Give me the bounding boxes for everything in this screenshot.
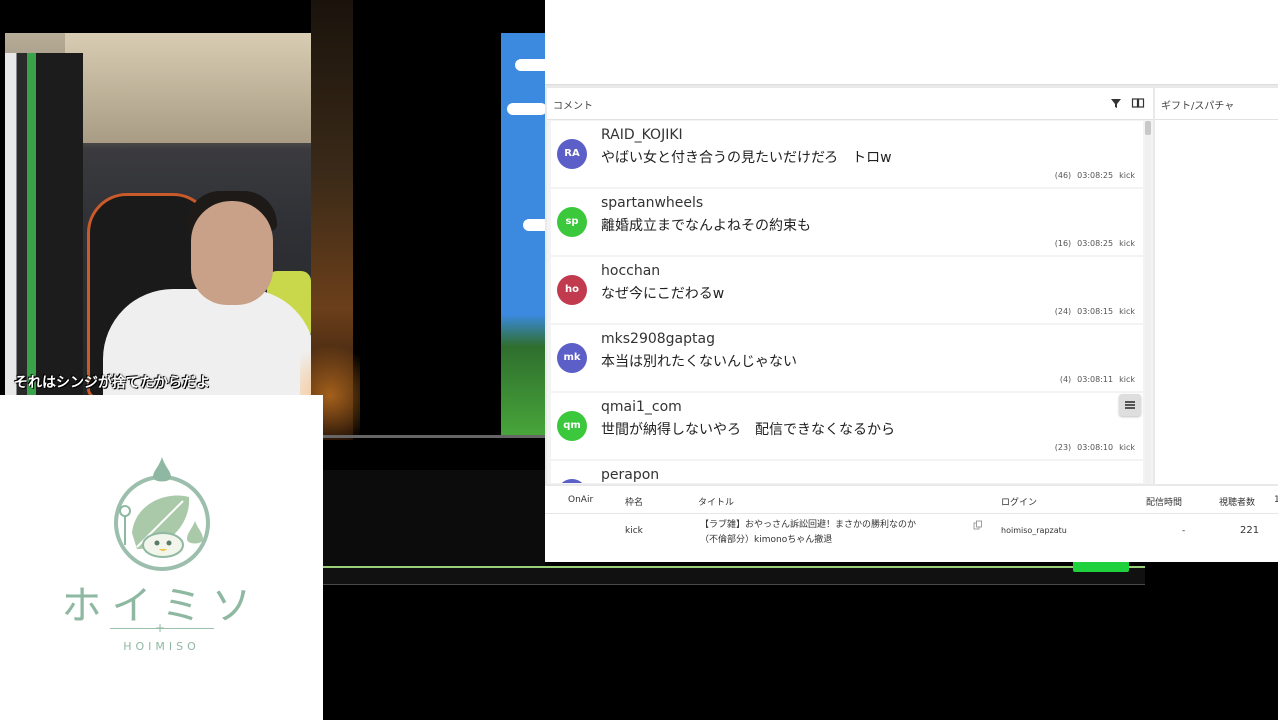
broadcast-table: OnAir 枠名 タイトル ログイン 配信時間 視聴者数 1 kick 【ラブ雑… (545, 486, 1278, 562)
column-header-frame[interactable]: 枠名 (625, 495, 643, 508)
comment-username: mks2908gaptag (601, 331, 715, 347)
column-header-login[interactable]: ログイン (1001, 495, 1037, 508)
webcam-person-head (191, 201, 273, 305)
comment-text: 世間が納得しないやろ 配信できなくなるから (601, 422, 895, 438)
comment-username: perapon (601, 467, 660, 483)
user-avatar: RA (557, 139, 587, 169)
comment-item[interactable]: sp spartanwheels 離婚成立までなんよねその約束も (16) 03:… (551, 189, 1143, 255)
comment-platform: kick (1119, 307, 1135, 316)
user-avatar: sp (557, 207, 587, 237)
comment-time: 03:08:15 (1077, 307, 1114, 316)
comment-item[interactable]: ho hocchan なぜ今にこだわるw (24) 03:08:15 kick (551, 257, 1143, 323)
comment-viewer-app: コメント RA RAID_KOJIKI やばい女と付き合うの見たいだけだろ トロ… (545, 0, 1278, 562)
cell-login: hoimiso_rapzatu (1001, 526, 1067, 535)
comment-panel: コメント RA RAID_KOJIKI やばい女と付き合うの見たいだけだろ トロ… (547, 88, 1153, 484)
comment-item[interactable]: pe perapon (551, 461, 1143, 483)
gift-panel: ギフト/スパチャ (1155, 88, 1278, 484)
comment-item[interactable]: qm qmai1_com 世間が納得しないやろ 配信できなくなるから (23) 0… (551, 393, 1143, 459)
comment-count: (4) (1059, 375, 1072, 384)
webcam-feed (5, 33, 311, 395)
logo-panel: ホイミソ + HOIMISO (0, 395, 323, 720)
column-header-viewers[interactable]: 視聴者数 (1219, 495, 1255, 508)
cell-viewers: 221 (1240, 525, 1260, 536)
comment-item[interactable]: mk mks2908gaptag 本当は別れたくないんじゃない (4) 03:08… (551, 325, 1143, 391)
game-cloud (515, 59, 545, 71)
user-avatar: pe (557, 479, 587, 483)
comment-text: 離婚成立までなんよねその約束も (601, 218, 811, 234)
app-topbar (545, 0, 1278, 85)
comment-list: RA RAID_KOJIKI やばい女と付き合うの見たいだけだろ トロw (46… (551, 121, 1143, 483)
cell-title-line1: 【ラブ雑】おやっさん訴訟回避！まさかの勝利なのか (700, 520, 917, 530)
comment-count: (46) (1054, 171, 1072, 180)
logo-subtext: HOIMISO (123, 640, 200, 653)
filter-icon[interactable] (1108, 95, 1124, 111)
table-header-row: OnAir 枠名 タイトル ログイン 配信時間 視聴者数 1 (545, 486, 1278, 514)
comment-username: RAID_KOJIKI (601, 127, 683, 143)
webcam-shelf (65, 33, 311, 143)
comment-username: spartanwheels (601, 195, 704, 211)
menu-icon[interactable] (1119, 394, 1141, 416)
comment-platform: kick (1119, 171, 1135, 180)
comment-panel-title: コメント (553, 101, 593, 112)
comment-item[interactable]: RA RAID_KOJIKI やばい女と付き合うの見たいだけだろ トロw (46… (551, 121, 1143, 187)
game-window-bar (323, 435, 546, 438)
columns-icon[interactable] (1130, 95, 1146, 111)
comment-meta: (24) 03:08:15 kick (1049, 307, 1135, 316)
user-avatar: mk (557, 343, 587, 373)
column-header-onair[interactable]: OnAir (568, 495, 593, 505)
progress-strip (323, 566, 1145, 585)
copy-icon[interactable] (973, 520, 983, 530)
comment-platform: kick (1119, 239, 1135, 248)
comment-time: 03:08:10 (1077, 443, 1114, 452)
comment-username: hocchan (601, 263, 661, 279)
comment-username: qmai1_com (601, 399, 682, 415)
webcam-clothes-rack (5, 53, 83, 395)
comment-count: (24) (1054, 307, 1072, 316)
comment-time: 03:08:11 (1077, 375, 1114, 384)
logo-plus-icon: + (155, 621, 166, 635)
comment-platform: kick (1119, 443, 1135, 452)
comment-time: 03:08:25 (1077, 239, 1114, 248)
comment-text: 本当は別れたくないんじゃない (601, 354, 797, 370)
comment-meta: (4) 03:08:11 kick (1054, 375, 1135, 384)
gift-panel-title: ギフト/スパチャ (1161, 101, 1235, 112)
comment-scrollbar[interactable] (1145, 121, 1151, 483)
user-avatar: ho (557, 275, 587, 305)
column-header-title[interactable]: タイトル (698, 495, 734, 508)
comment-time: 03:08:25 (1077, 171, 1114, 180)
webcam-caption: それはシンジが捨てたからだよ (14, 375, 210, 391)
comment-meta: (46) 03:08:25 kick (1049, 171, 1135, 180)
comment-meta: (23) 03:08:10 kick (1049, 443, 1135, 452)
comment-count: (16) (1054, 239, 1072, 248)
comment-text: なぜ今にこだわるw (601, 286, 725, 302)
user-avatar: qm (557, 411, 587, 441)
cell-frame: kick (625, 526, 643, 536)
gift-panel-header: ギフト/スパチャ (1155, 88, 1278, 120)
comment-panel-header: コメント (547, 88, 1153, 120)
comment-platform: kick (1119, 375, 1135, 384)
cell-title-line2: （不倫部分）kimonoちゃん撤退 (700, 535, 833, 545)
game-window (501, 33, 545, 435)
hoimiso-mascot-logo (114, 457, 210, 571)
comment-text: やばい女と付き合うの見たいだけだろ トロw (601, 150, 892, 166)
comment-meta: (16) 03:08:25 kick (1049, 239, 1135, 248)
comment-count: (23) (1054, 443, 1072, 452)
game-cloud (523, 219, 545, 231)
column-header-extra[interactable]: 1 (1274, 495, 1278, 505)
column-header-duration[interactable]: 配信時間 (1146, 495, 1182, 508)
game-lower-area (323, 470, 545, 580)
cell-duration: - (1182, 526, 1186, 536)
game-cloud (507, 103, 545, 115)
scrollbar-thumb[interactable] (1145, 121, 1151, 135)
